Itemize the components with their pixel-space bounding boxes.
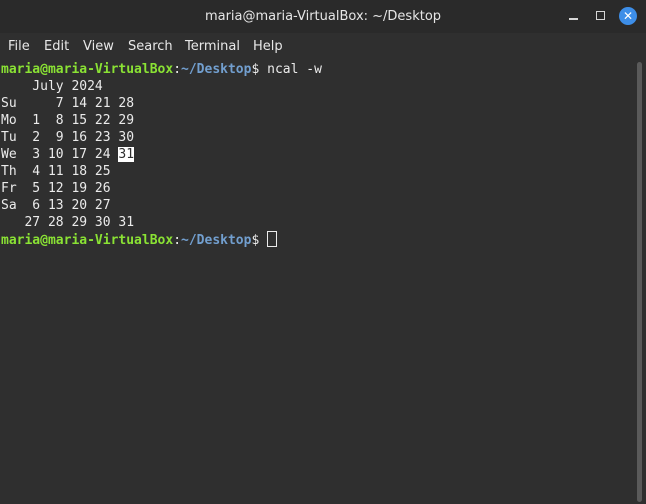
menu-file[interactable]: File	[8, 33, 30, 60]
terminal-output[interactable]: maria@maria-VirtualBox:~/Desktop$ ncal -…	[0, 60, 636, 504]
week-numbers-row: 27 28 29 30 31	[1, 215, 135, 230]
calendar-row: Mo 1 8 15 22 29	[1, 112, 134, 129]
title-bar[interactable]: maria@maria-VirtualBox: ~/Desktop ✕	[0, 0, 646, 33]
scrollbar[interactable]	[637, 62, 642, 502]
calendar-row: We 3 10 17 24 31	[1, 146, 135, 163]
prompt-separator: :	[173, 233, 182, 248]
row-text: Sa 6 13 20 27	[1, 198, 111, 213]
row-text: Th 4 11 18 25	[1, 164, 111, 179]
calendar-row: Tu 2 9 16 23 30	[1, 129, 134, 146]
menu-help[interactable]: Help	[253, 33, 283, 60]
close-icon: ✕	[622, 9, 634, 23]
row-text: Su 7 14 21	[1, 96, 119, 111]
prompt-line: maria@maria-VirtualBox:~/Desktop$	[1, 231, 278, 248]
calendar-row: Th 4 11 18 25	[1, 163, 111, 180]
prompt-path: ~/Desktop	[181, 62, 252, 77]
menu-view[interactable]: View	[83, 33, 114, 60]
menu-search[interactable]: Search	[128, 33, 173, 60]
maximize-icon	[596, 11, 605, 20]
minimize-button[interactable]	[565, 7, 583, 25]
row-text: Mo 1 8 15 22	[1, 113, 119, 128]
prompt-user: maria@maria-VirtualBox	[1, 62, 174, 77]
command-text: ncal -w	[267, 62, 322, 77]
text-cursor	[267, 231, 278, 247]
prompt-user: maria@maria-VirtualBox	[1, 233, 174, 248]
calendar-row: Sa 6 13 20 27	[1, 197, 111, 214]
window-title: maria@maria-VirtualBox: ~/Desktop	[204, 9, 442, 24]
menu-edit[interactable]: Edit	[44, 33, 69, 60]
minimize-icon	[569, 18, 578, 20]
row-text: We 3 10 17 24	[1, 147, 119, 162]
row-last: 28	[118, 96, 135, 111]
prompt-separator: :	[173, 62, 182, 77]
menu-bar: File Edit View Search Terminal Help	[0, 33, 646, 60]
terminal-window: maria@maria-VirtualBox: ~/Desktop ✕ File…	[0, 0, 646, 504]
command-line: maria@maria-VirtualBox:~/Desktop$ ncal -…	[1, 61, 322, 78]
today-highlight: 31	[118, 147, 135, 162]
maximize-button[interactable]	[592, 7, 610, 25]
calendar-header: July 2024	[1, 79, 103, 94]
prompt-end: $	[251, 62, 268, 77]
row-text: Tu 2 9 16 23	[1, 130, 119, 145]
prompt-path: ~/Desktop	[181, 233, 252, 248]
row-last: 29	[118, 113, 135, 128]
row-last: 30	[118, 130, 135, 145]
calendar-row: Fr 5 12 19 26	[1, 180, 111, 197]
close-button[interactable]: ✕	[619, 7, 637, 25]
prompt-end: $	[251, 233, 268, 248]
row-text: Fr 5 12 19 26	[1, 181, 111, 196]
menu-terminal[interactable]: Terminal	[185, 33, 240, 60]
calendar-row: Su 7 14 21 28	[1, 95, 134, 112]
